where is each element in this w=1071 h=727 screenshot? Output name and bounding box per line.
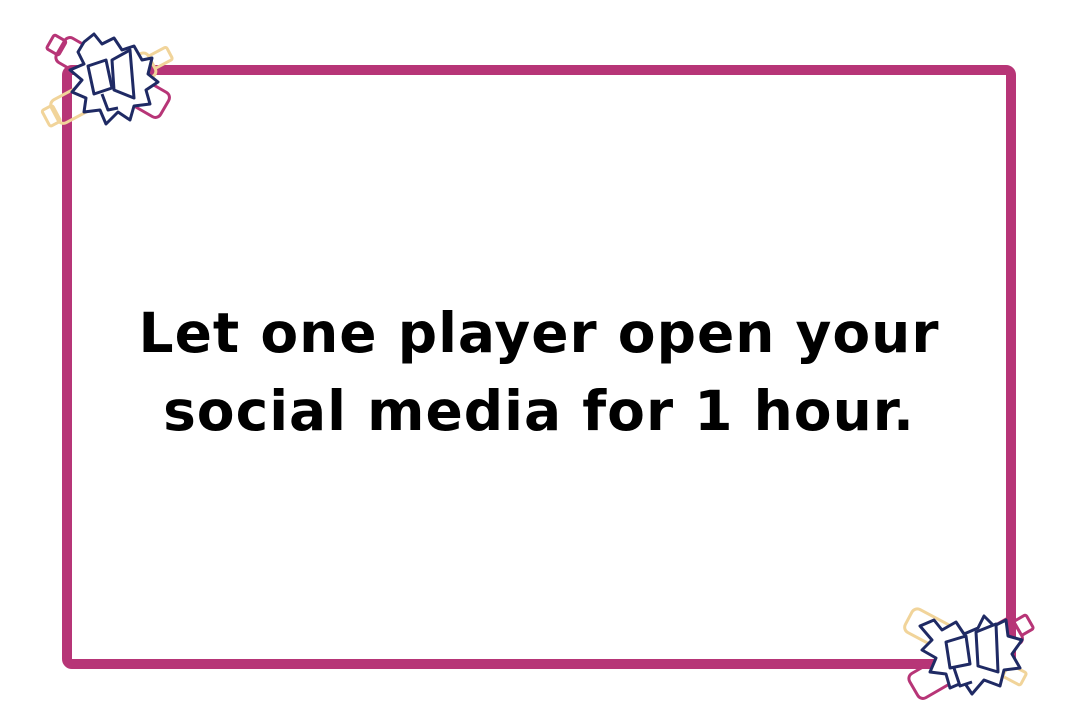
bottles-megaphone-icon xyxy=(40,32,174,128)
card-prompt-text: Let one player open your social media fo… xyxy=(139,284,940,450)
card-prompt-line-2: social media for 1 hour. xyxy=(163,379,915,443)
game-card-page: Let one player open your social media fo… xyxy=(0,0,1071,727)
card-prompt: Let one player open your social media fo… xyxy=(72,75,1006,659)
megaphone-icon xyxy=(918,614,1024,696)
bottles-megaphone-icon xyxy=(903,607,1035,700)
card-prompt-line-1: Let one player open your xyxy=(138,301,940,365)
